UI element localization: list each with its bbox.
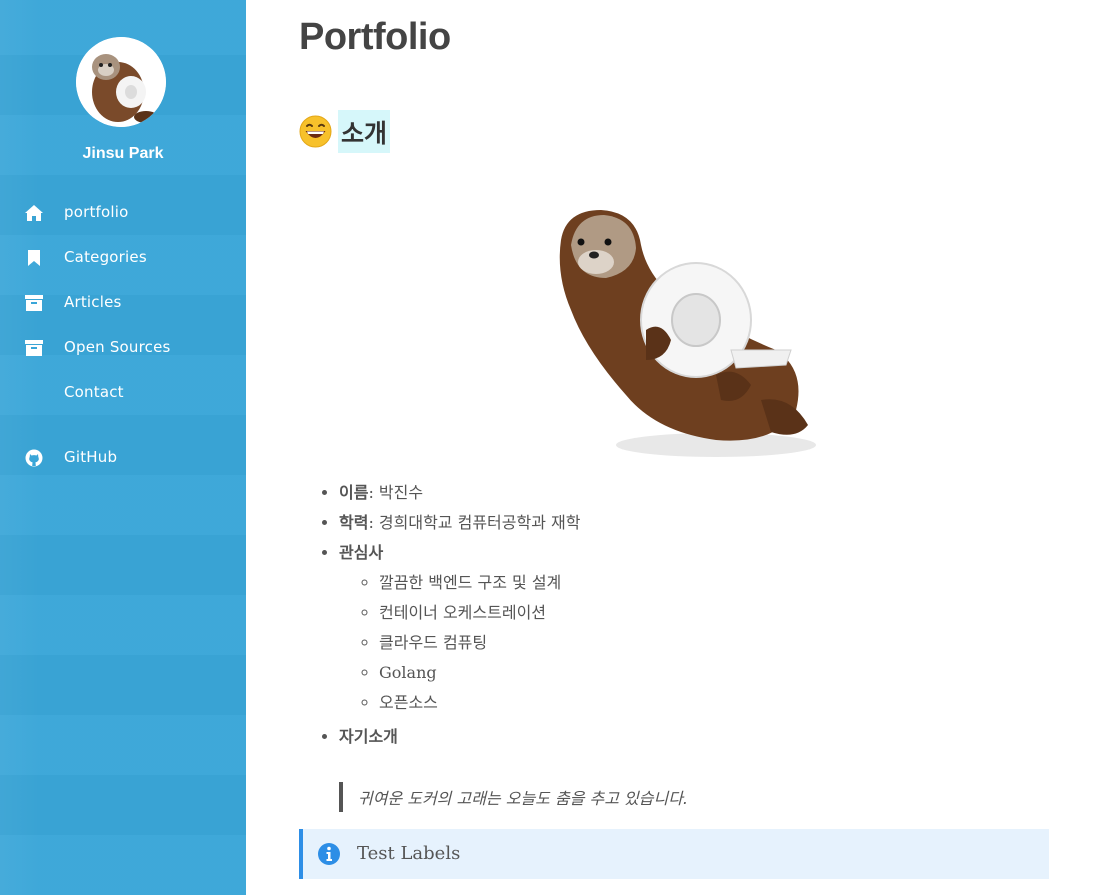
interest-item: 오픈소스 [379, 688, 580, 718]
sidebar-item-label: Articles [64, 293, 122, 311]
list-item-interests: 관심사 깔끔한 백엔드 구조 및 설계 컨테이너 오케스트레이션 클라우드 컴퓨… [339, 538, 580, 718]
intro-blockquote: 귀여운 도커의 고래는 오늘도 춤을 추고 있습니다. [339, 782, 688, 812]
sidebar-item-categories[interactable]: Categories [0, 243, 246, 273]
page-title: Portfolio [299, 16, 451, 58]
interests-label: 관심사 [339, 543, 384, 562]
education-value: : 경희대학교 컴퓨터공학과 재학 [368, 513, 581, 532]
github-icon [24, 449, 44, 467]
sidebar-item-label: Open Sources [64, 338, 171, 356]
list-item-name: 이름: 박진수 [339, 478, 580, 508]
interest-item: 깔끔한 백엔드 구조 및 설계 [379, 568, 580, 598]
sidebar-item-portfolio[interactable]: portfolio [0, 198, 246, 228]
sidebar-item-open-sources[interactable]: Open Sources [0, 333, 246, 363]
name-label: 이름 [339, 483, 369, 502]
avatar[interactable] [76, 37, 166, 127]
name-value: : 박진수 [368, 483, 424, 502]
author-name[interactable]: Jinsu Park [0, 145, 246, 163]
main-content: Portfolio 소개 • 이름: 박진수 • 학력: 경희대학교 컴퓨터공학… [246, 0, 1097, 895]
intro-label: 자기소개 [339, 727, 398, 746]
interest-item: Golang [379, 658, 580, 688]
archive-icon [24, 294, 44, 312]
sidebar-item-github[interactable]: GitHub [0, 443, 246, 473]
section-title: 소개 [338, 110, 391, 153]
notice-text: Test Labels [357, 843, 461, 864]
list-item-education: 학력: 경희대학교 컴퓨터공학과 재학 [339, 508, 580, 538]
sidebar-item-label: portfolio [64, 203, 129, 221]
notice-box: Test Labels [299, 829, 1049, 879]
info-circle-icon [317, 842, 341, 866]
archive-icon [24, 339, 44, 357]
sidebar-item-label: GitHub [64, 448, 118, 466]
list-item-intro: 자기소개 [339, 722, 580, 752]
education-label: 학력 [339, 513, 369, 532]
interest-item: 컨테이너 오케스트레이션 [379, 598, 580, 628]
section-heading: 소개 [299, 110, 391, 153]
profile-info-list: 이름: 박진수 학력: 경희대학교 컴퓨터공학과 재학 관심사 깔끔한 백엔드 … [339, 478, 580, 752]
otter-tape-dispenser-image [546, 200, 826, 462]
home-icon [24, 204, 44, 222]
sidebar-item-contact[interactable]: Contact [0, 378, 246, 408]
sidebar: Jinsu Park portfolio Categories Articles… [0, 0, 246, 895]
grinning-face-icon [299, 115, 332, 148]
sidebar-item-label: Contact [64, 383, 124, 401]
interest-item: 클라우드 컴퓨팅 [379, 628, 580, 658]
sidebar-item-articles[interactable]: Articles [0, 288, 246, 318]
sidebar-item-label: Categories [64, 248, 147, 266]
interests-sublist: 깔끔한 백엔드 구조 및 설계 컨테이너 오케스트레이션 클라우드 컴퓨팅 Go… [339, 568, 580, 718]
bookmark-icon [24, 249, 44, 267]
